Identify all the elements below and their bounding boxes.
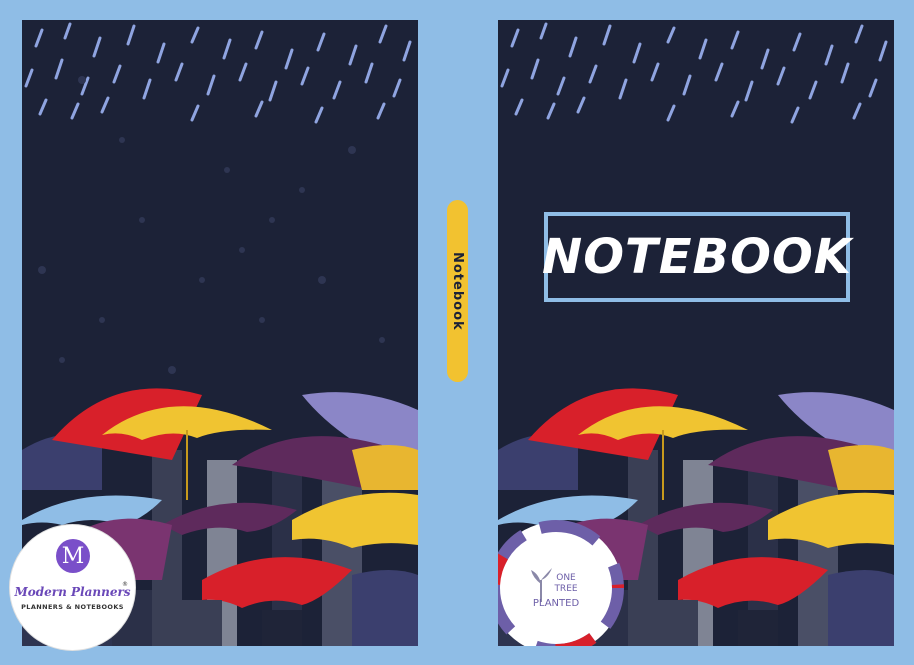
badge-line-three: PLANTED bbox=[533, 598, 580, 609]
title-frame: NOTEBOOK bbox=[542, 212, 852, 302]
badge-line-two: TREE bbox=[553, 584, 577, 594]
one-tree-planted-badge: THIS PRODUCT PLANTS ONE TREE ONE TREE PL… bbox=[498, 520, 624, 646]
badge-line-one: ONE bbox=[556, 573, 576, 583]
registered-mark: ® bbox=[122, 581, 128, 588]
front-cover: NOTEBOOK THIS PRODUCT PLANTS ONE TREE ON… bbox=[498, 20, 894, 646]
brand-tagline: PLANNERS & NOTEBOOKS bbox=[21, 603, 124, 611]
spine-label-text: Notebook bbox=[450, 251, 465, 331]
brand-name: Modern Planners bbox=[14, 585, 131, 599]
brand-monogram: M bbox=[56, 539, 90, 573]
modern-planners-logo: M Modern Planners ® PLANNERS & NOTEBOOKS bbox=[10, 525, 135, 650]
spine-label: Notebook bbox=[447, 200, 468, 382]
notebook-title: NOTEBOOK bbox=[542, 229, 852, 285]
